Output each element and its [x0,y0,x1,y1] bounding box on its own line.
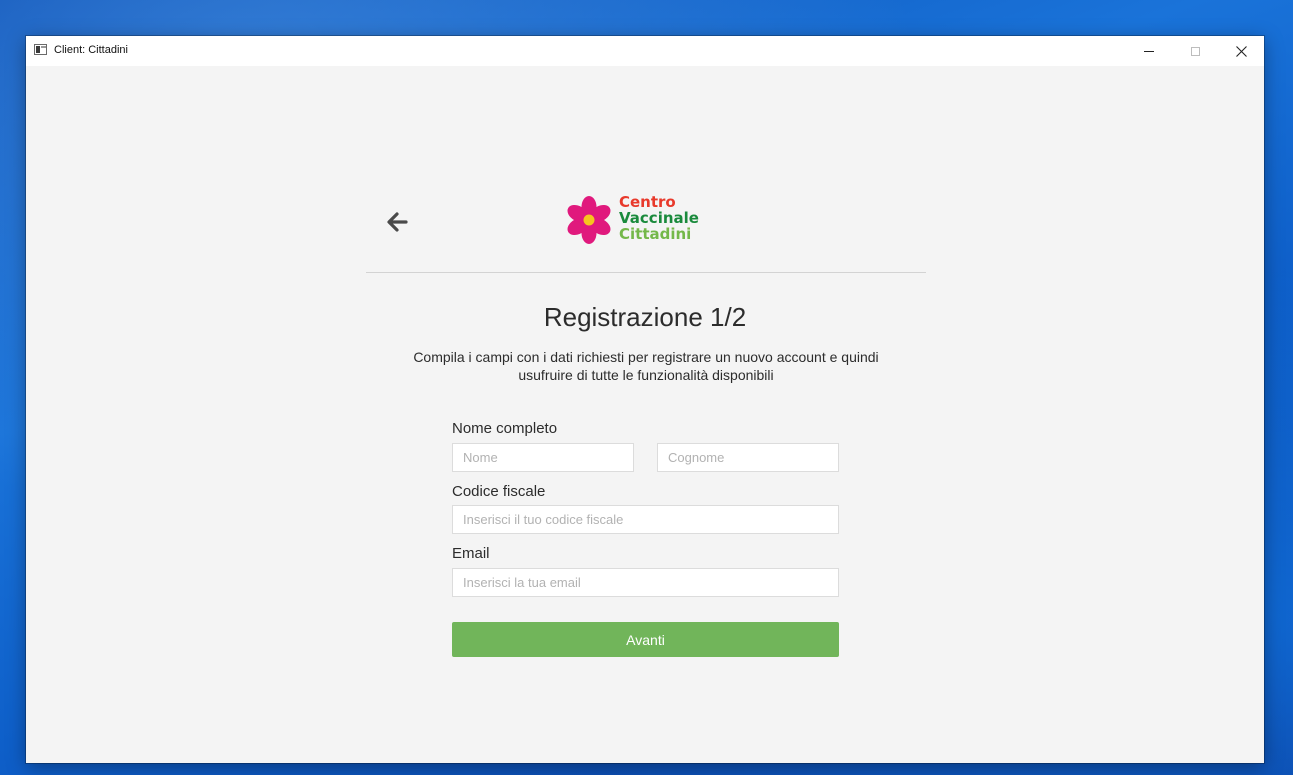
fiscal-code-label: Codice fiscale [452,483,546,500]
logo-line-vaccinale: Vaccinale [619,209,699,227]
flower-logo-icon [567,196,611,244]
close-icon [1235,45,1247,57]
logo-wordmark: Centro Vaccinale Cittadini [619,194,699,242]
next-button[interactable]: Avanti [452,622,839,657]
subtitle-line-1: Compila i campi con i dati richiesti per… [413,349,879,365]
back-button[interactable] [383,210,411,234]
subtitle-line-2: usufruire di tutte le funzionalità dispo… [518,367,774,383]
app-icon [34,44,47,55]
full-name-label: Nome completo [452,420,558,437]
page-subtitle: Compila i campi con i dati richiesti per… [326,348,966,384]
maximize-button[interactable] [1172,36,1218,66]
registration-page: Centro Vaccinale Cittadini Registrazione… [26,66,1264,763]
minimize-icon [1144,50,1154,52]
maximize-icon [1190,46,1200,56]
logo-line-centro: Centro [619,193,676,211]
logo-line-cittadini: Cittadini [619,225,692,243]
header-divider [366,272,926,273]
email-input[interactable] [452,568,839,597]
first-name-input[interactable] [452,443,634,472]
minimize-button[interactable] [1126,36,1172,66]
page-title: Registrazione 1/2 [543,302,747,332]
email-label: Email [452,545,490,562]
app-window: Client: Cittadini Centro Vaccinale Citta… [26,36,1264,763]
arrow-left-icon [387,212,408,232]
fiscal-code-input[interactable] [452,505,839,534]
window-title: Client: Cittadini [54,44,128,56]
last-name-input[interactable] [657,443,839,472]
title-bar[interactable]: Client: Cittadini [26,36,1264,66]
close-button[interactable] [1218,36,1264,66]
